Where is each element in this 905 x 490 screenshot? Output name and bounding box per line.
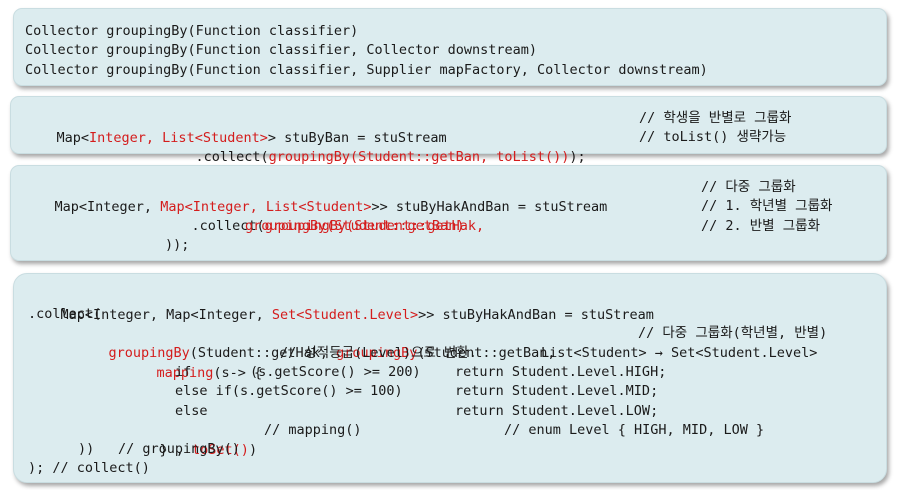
code-note: List<Student> → Set<Student.Level> xyxy=(541,345,818,361)
code-line: Collector groupingBy(Function classifier… xyxy=(25,62,708,78)
code-comment: // groupingBy() xyxy=(118,441,240,457)
code-comment: // 다중 그룹화 xyxy=(701,179,796,195)
code-comment: // 2. 반별 그룹화 xyxy=(701,218,820,234)
code-box-mapping-example: Map<Integer, Map<Integer, Set<Student.Le… xyxy=(13,273,887,483)
code-comment: // 다중 그룹화(학년별, 반별) xyxy=(638,325,828,341)
code-line: )) xyxy=(78,441,95,457)
highlight-text: groupingBy(Student::getBan, toList()) xyxy=(268,149,570,165)
code-box-group-by-ban: Map<Integer, List<Student>> stuByBan = s… xyxy=(10,96,887,165)
code-line: )); xyxy=(165,237,190,253)
code-line: Collector groupingBy(Function classifier… xyxy=(25,23,359,39)
code-line: (s.getScore() >= 200) xyxy=(250,364,421,380)
code-comment: // enum Level { HIGH, MID, LOW } xyxy=(504,422,765,438)
code-comment: // toList() 생략가능 xyxy=(639,129,787,145)
code-comment: // 성적등급(Level)으로 변환. xyxy=(280,345,477,361)
code-line: ); // collect() xyxy=(28,460,150,476)
code-comment: // 1. 학년별 그룹화 xyxy=(701,198,833,214)
code-text: >> stuByHakAndBan = stuStream xyxy=(418,307,654,323)
code-line: else if(s.getScore() >= 100) xyxy=(175,383,403,399)
code-text: Map<Integer, xyxy=(54,199,161,215)
code-line: return Student.Level.MID; xyxy=(455,383,659,399)
code-comment: // 학생을 반별로 그룹화 xyxy=(639,110,792,126)
highlight-text: Set<Student.Level> xyxy=(271,307,419,323)
code-line: .collect( xyxy=(28,306,102,322)
code-box-groupingby-signatures: Collector groupingBy(Function classifier… xyxy=(13,8,887,86)
code-text: .collect( xyxy=(195,149,269,165)
code-comment: // mapping() xyxy=(264,422,362,438)
code-line: else xyxy=(175,403,208,419)
code-line: return Student.Level.LOW; xyxy=(455,403,659,419)
code-text: ); xyxy=(569,149,586,165)
code-line: return Student.Level.HIGH; xyxy=(455,364,667,380)
code-line: Collector groupingBy(Function classifier… xyxy=(25,42,538,58)
code-box-multi-grouping: Map<Integer, Map<Integer, List<Student>>… xyxy=(10,165,887,261)
highlight-text: groupingBy(Student::getBan) xyxy=(245,218,465,234)
code-text: Map< xyxy=(56,130,90,146)
code-line: if xyxy=(175,364,192,380)
code-text: ) xyxy=(248,442,258,458)
